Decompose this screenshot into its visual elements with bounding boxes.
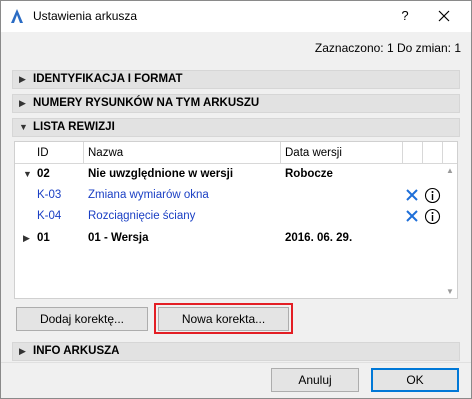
info-icon[interactable] — [424, 187, 441, 204]
revision-list-table[interactable]: ID Nazwa Data wersji ▼ 02 Nie uwzględnio… — [14, 141, 458, 299]
row-id: 01 — [37, 232, 50, 244]
section-revision-list[interactable]: ▼ LISTA REWIZJI — [12, 118, 460, 137]
row-name: Rozciągnięcie ściany — [88, 210, 196, 222]
column-divider — [442, 142, 443, 164]
table-row[interactable]: K-03 Zmiana wymiarów okna — [15, 185, 457, 206]
close-icon[interactable] — [429, 5, 459, 27]
row-name: Zmiana wymiarów okna — [88, 189, 209, 201]
column-divider — [83, 142, 84, 164]
column-divider — [402, 142, 403, 164]
remove-icon[interactable] — [404, 208, 420, 224]
table-row[interactable]: ▶ 01 01 - Wersja 2016. 06. 29. — [15, 228, 457, 249]
selection-status: Zaznaczono: 1 Do zmian: 1 — [314, 41, 461, 55]
row-name: Nie uwzględnione w wersji — [88, 168, 234, 180]
section-label: NUMERY RYSUNKÓW NA TYM ARKUSZU — [33, 97, 260, 109]
table-row[interactable]: ▼ 02 Nie uwzględnione w wersji Robocze — [15, 164, 457, 185]
table-row[interactable]: K-04 Rozciągnięcie ściany — [15, 206, 457, 227]
window-title: Ustawienia arkusza — [33, 9, 138, 23]
column-divider — [280, 142, 281, 164]
expanded-triangle-icon: ▼ — [19, 122, 28, 132]
row-id: 02 — [37, 168, 50, 180]
table-header: ID Nazwa Data wersji — [15, 142, 457, 164]
ok-button[interactable]: OK — [371, 368, 459, 392]
add-correction-button[interactable]: Dodaj korektę... — [16, 307, 148, 331]
row-id: K-04 — [37, 210, 62, 222]
section-identification[interactable]: ▶ IDENTYFIKACJA I FORMAT — [12, 70, 460, 89]
column-header-id[interactable]: ID — [37, 147, 49, 159]
section-label: IDENTYFIKACJA I FORMAT — [33, 73, 183, 85]
new-correction-button[interactable]: Nowa korekta... — [158, 307, 289, 331]
section-sheet-info[interactable]: ▶ INFO ARKUSZA — [12, 342, 460, 361]
row-name: 01 - Wersja — [88, 232, 149, 244]
section-label: INFO ARKUSZA — [33, 345, 120, 357]
info-icon[interactable] — [424, 208, 441, 225]
scroll-down-icon[interactable]: ▼ — [446, 287, 454, 296]
row-date: 2016. 06. 29. — [285, 232, 353, 244]
row-id: K-03 — [37, 189, 62, 201]
column-header-name[interactable]: Nazwa — [88, 147, 123, 159]
sheet-settings-dialog: Ustawienia arkusza ? Zaznaczono: 1 Do zm… — [0, 0, 472, 399]
collapsed-triangle-icon: ▶ — [19, 346, 26, 356]
help-button[interactable]: ? — [393, 5, 417, 27]
column-header-date[interactable]: Data wersji — [285, 147, 342, 159]
collapsed-triangle-icon[interactable]: ▶ — [23, 233, 30, 244]
collapsed-triangle-icon: ▶ — [19, 98, 26, 108]
remove-icon[interactable] — [404, 187, 420, 203]
cancel-button[interactable]: Anuluj — [271, 368, 359, 392]
expanded-triangle-icon[interactable]: ▼ — [23, 169, 32, 179]
section-label: LISTA REWIZJI — [33, 121, 115, 133]
vertical-scrollbar[interactable]: ▲ ▼ — [443, 164, 457, 298]
title-bar: Ustawienia arkusza ? — [1, 1, 471, 32]
archicad-icon — [11, 9, 23, 23]
row-date: Robocze — [285, 168, 333, 180]
section-drawing-numbers[interactable]: ▶ NUMERY RYSUNKÓW NA TYM ARKUSZU — [12, 94, 460, 113]
column-divider — [422, 142, 423, 164]
footer-divider — [1, 362, 471, 363]
collapsed-triangle-icon: ▶ — [19, 74, 26, 84]
scroll-up-icon[interactable]: ▲ — [446, 166, 454, 175]
